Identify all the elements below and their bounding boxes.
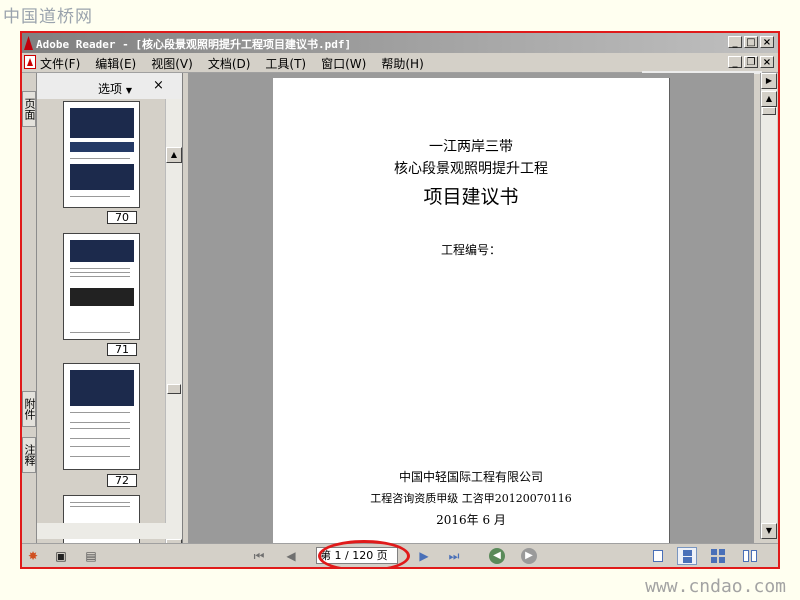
document-icon[interactable]: ▤ <box>82 547 100 565</box>
doc-minimize-button[interactable]: _ <box>728 56 742 68</box>
last-page-button[interactable]: ⏭ <box>445 547 463 565</box>
scroll-up-arrow-icon[interactable]: ▲ <box>166 147 182 163</box>
doc-title-line2: 核心段景观照明提升工程 <box>394 161 548 177</box>
page-number-label: 72 <box>107 474 137 487</box>
document-date: 2016年 6 月 <box>436 513 506 527</box>
menu-window[interactable]: 窗口(W) <box>321 55 366 72</box>
minimize-button[interactable]: _ <box>728 36 742 48</box>
menu-tools[interactable]: 工具(T) <box>265 55 306 72</box>
watermark-top: 中国道桥网 <box>3 7 93 27</box>
maximize-button[interactable]: □ <box>744 36 758 48</box>
watermark-bottom: www.cndao.com <box>645 576 786 597</box>
menu-bar: 文件(F) 编辑(E) 视图(V) 文档(D) 工具(T) 窗口(W) 帮助(H… <box>22 53 778 73</box>
previous-page-button[interactable]: ◀ <box>282 547 300 565</box>
panel-horizontal-scrollbar[interactable] <box>37 523 166 539</box>
facing-continuous-view-icon[interactable] <box>708 547 728 565</box>
title-bar: Adobe Reader - [核心段景观照明提升工程项目建议书.pdf] _ … <box>22 33 778 53</box>
page-number-label: 70 <box>107 211 137 224</box>
single-page-view-icon[interactable] <box>648 547 668 565</box>
pages-panel: 选项 ▼ × 70 71 72 ▲ <box>37 73 183 555</box>
doc-title-line3: 项目建议书 <box>423 186 519 208</box>
thumbnail-page-71[interactable] <box>63 233 140 340</box>
doc-restore-button[interactable]: ❐ <box>744 56 758 68</box>
thumbnail-page-72[interactable] <box>63 363 140 470</box>
facing-view-icon[interactable] <box>740 547 760 565</box>
go-forward-icon[interactable]: ▶ <box>521 548 537 564</box>
qualification-text: 工程咨询资质甲级 工咨甲20120070116 <box>370 492 572 505</box>
scroll-down-arrow-icon[interactable]: ▼ <box>761 523 777 539</box>
tab-attachments[interactable]: 附件 <box>22 391 36 427</box>
company-name: 中国中轻国际工程有限公司 <box>398 470 543 484</box>
thumbnail-scrollbar[interactable]: ▲ ▼ <box>165 99 182 555</box>
options-menu[interactable]: 选项 ▼ <box>98 80 132 97</box>
page-number-label: 71 <box>107 343 137 356</box>
highlight-callout <box>318 540 410 567</box>
document-icon[interactable] <box>24 55 36 69</box>
next-page-button[interactable]: ▶ <box>415 547 433 565</box>
menu-file[interactable]: 文件(F) <box>40 55 80 72</box>
menu-edit[interactable]: 编辑(E) <box>95 55 136 72</box>
right-arrow-icon[interactable]: ▶ <box>761 73 777 89</box>
thumbnail-list: 70 71 72 <box>37 99 164 543</box>
scroll-thumb[interactable] <box>762 107 776 115</box>
navigation-tabs: 页面 附件 注释 <box>22 73 37 543</box>
panel-close-button[interactable]: × <box>153 78 164 93</box>
close-button[interactable]: × <box>760 36 774 48</box>
document-scrollbar[interactable]: ▶ ▲ ▼ <box>760 73 777 539</box>
tab-comments[interactable]: 注释 <box>22 437 36 473</box>
status-bar: ✸ ▣ ▤ ⏮ ◀ 第 1 / 120 页 ▶ ⏭ ◀ ▶ <box>22 540 778 567</box>
go-back-icon[interactable]: ◀ <box>489 548 505 564</box>
first-page-button[interactable]: ⏮ <box>250 547 268 565</box>
window-title: Adobe Reader - [核心段景观照明提升工程项目建议书.pdf] <box>36 38 352 51</box>
adobe-reader-window: Adobe Reader - [核心段景观照明提升工程项目建议书.pdf] _ … <box>20 31 780 569</box>
thumbnail-page-70[interactable] <box>63 101 140 208</box>
pdf-page: 一江两岸三带 核心段景观照明提升工程 项目建议书 工程编号： 中国中轻国际工程有… <box>273 78 670 543</box>
dropdown-arrow-icon: ▼ <box>125 86 132 95</box>
screen-icon[interactable]: ▣ <box>52 547 70 565</box>
doc-close-button[interactable]: × <box>760 56 774 68</box>
menu-help[interactable]: 帮助(H) <box>381 55 423 72</box>
menu-document[interactable]: 文档(D) <box>208 55 251 72</box>
scroll-thumb[interactable] <box>167 384 181 394</box>
tab-pages[interactable]: 页面 <box>22 91 36 127</box>
scroll-up-arrow-icon[interactable]: ▲ <box>761 91 777 107</box>
continuous-view-icon[interactable] <box>677 547 697 565</box>
panel-header: 选项 ▼ × <box>37 73 182 99</box>
menu-view[interactable]: 视图(V) <box>151 55 193 72</box>
project-number-label: 工程编号： <box>440 243 501 257</box>
document-view: 一江两岸三带 核心段景观照明提升工程 项目建议书 工程编号： 中国中轻国际工程有… <box>188 73 754 543</box>
adobe-logo-icon <box>24 36 33 50</box>
burst-icon[interactable]: ✸ <box>24 547 42 565</box>
doc-title-line1: 一江两岸三带 <box>429 139 513 155</box>
